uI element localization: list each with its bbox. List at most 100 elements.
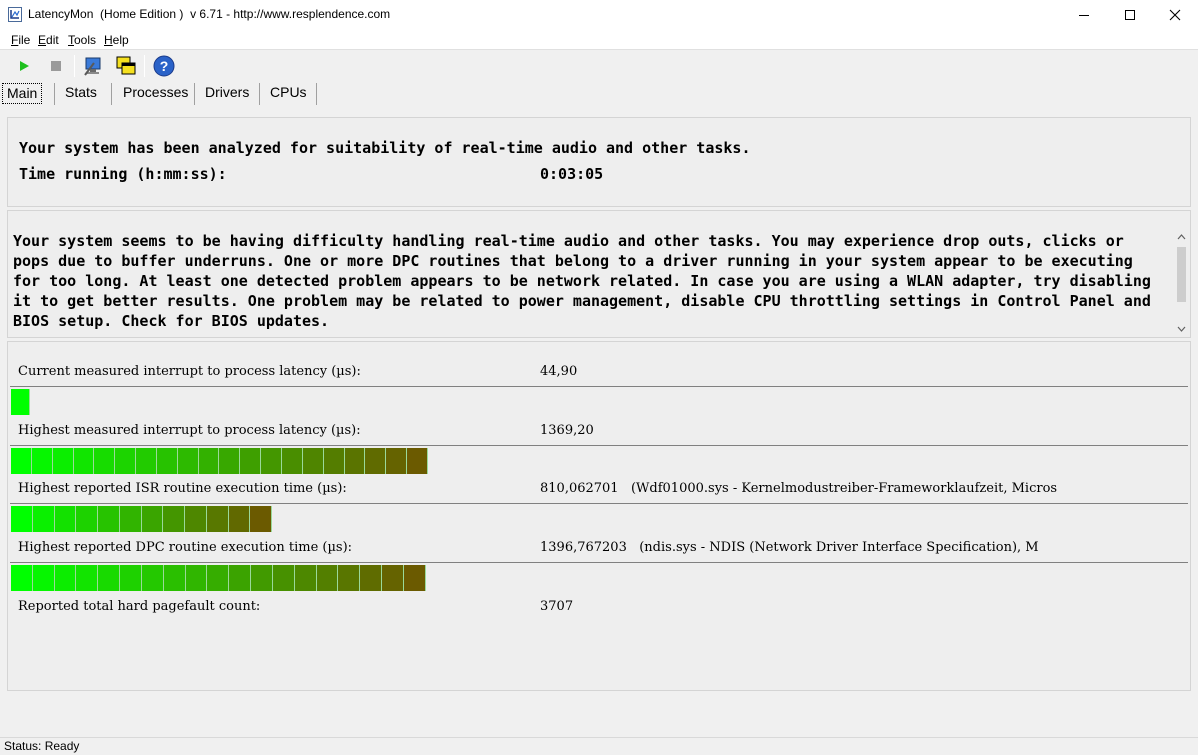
bar-segment [11,506,33,532]
stop-button[interactable] [44,54,68,78]
bar-segment [52,448,74,474]
highest-latency-label: Highest measured interrupt to process la… [18,423,361,438]
tab-cpus[interactable]: CPUs [266,81,311,105]
help-icon: ? [153,55,175,77]
bar-segment [98,565,121,591]
bar-segment [163,565,186,591]
metrics-panel: Current measured interrupt to process la… [7,341,1191,691]
verdict-scrollbar[interactable] [1174,229,1189,337]
menu-bar: File Edit Tools Help [0,30,1198,50]
verdict-text: Your system seems to be having difficult… [13,232,1151,330]
bar-segment [98,506,120,532]
bar-segment [54,506,77,532]
tab-bar: Main Stats Processes Drivers CPUs [0,81,400,105]
verdict-panel: Your system seems to be having difficult… [7,210,1191,338]
summary-panel: Your system has been analyzed for suitab… [7,117,1191,207]
dpc-time-bar-fill [11,565,426,591]
maximize-button[interactable] [1107,0,1153,30]
scroll-up-icon [1177,234,1186,240]
dpc-time-value: 1396,767203 (ndis.sys - NDIS (Network Dr… [540,540,1039,555]
bar-segment [76,565,99,591]
bar-segment [32,565,55,591]
isr-time-bar-fill [11,506,272,532]
menu-file[interactable]: File [11,33,30,47]
bar-segment [294,565,317,591]
help-button[interactable]: ? [152,54,176,78]
bar-segment [185,565,208,591]
bar-segment [386,448,408,474]
current-latency-bar [10,386,1188,416]
bar-segment [272,565,295,591]
bar-segment [302,448,324,474]
bar-segment [115,448,137,474]
bar-segment [240,448,262,474]
bar-segment [177,448,199,474]
bar-segment [228,506,251,532]
highest-latency-bar [10,445,1188,475]
status-bar: Status: Ready [0,737,1198,754]
bar-segment [73,448,95,474]
maximize-icon [1125,10,1135,20]
bar-segment [403,565,426,591]
scroll-thumb [1177,247,1186,302]
isr-time-bar [10,503,1188,533]
bar-segment [11,389,30,415]
bar-segment [229,565,252,591]
bar-segment [198,448,220,474]
bar-segment [11,448,32,474]
pagefault-value: 3707 [540,599,574,614]
play-icon [20,61,29,71]
bar-segment [207,565,230,591]
bar-segment [11,565,33,591]
time-running-value: 0:03:05 [540,165,604,183]
bar-segment [163,506,185,532]
bar-segment [94,448,116,474]
isr-time-label: Highest reported ISR routine execution t… [18,481,347,496]
dpc-time-label: Highest reported DPC routine execution t… [18,540,353,555]
highest-latency-value: 1369,20 [540,423,594,438]
tab-processes[interactable]: Processes [119,81,192,105]
start-button[interactable] [12,54,36,78]
monitor-button[interactable] [82,54,106,78]
minimize-button[interactable] [1061,0,1107,30]
current-latency-label: Current measured interrupt to process la… [18,364,361,379]
bar-segment [219,448,241,474]
scroll-down-icon [1177,326,1186,332]
bar-segment [156,448,178,474]
bar-segment [32,506,55,532]
bar-segment [185,506,207,532]
menu-tools[interactable]: Tools [68,33,96,47]
bar-segment [250,506,272,532]
minimize-icon [1079,15,1089,16]
bar-segment [323,448,345,474]
windows-icon [116,56,136,75]
time-running-label: Time running (h:mm:ss): [19,165,227,183]
app-icon [8,7,22,22]
bar-segment [344,448,366,474]
bar-segment [365,448,387,474]
close-button[interactable] [1152,0,1198,30]
monitor-icon [84,57,101,76]
bar-segment [360,565,383,591]
bar-segment [141,506,164,532]
analysis-summary: Your system has been analyzed for suitab… [19,139,751,157]
bar-segment [120,565,142,591]
close-icon [1169,9,1181,21]
bar-segment [407,448,428,474]
bar-segment [136,448,157,474]
menu-help[interactable]: Help [104,33,129,47]
dpc-time-bar [10,562,1188,592]
bar-segment [261,448,282,474]
windows-button[interactable] [114,54,138,78]
toolbar: ? [0,52,1198,80]
tab-main[interactable]: Main [2,83,43,104]
bar-segment [316,565,339,591]
bar-segment [54,565,77,591]
current-latency-value: 44,90 [540,364,578,379]
bar-segment [281,448,303,474]
tab-stats[interactable]: Stats [61,81,101,105]
bar-segment [206,506,229,532]
tab-drivers[interactable]: Drivers [201,81,253,105]
menu-edit[interactable]: Edit [38,33,59,47]
highest-latency-bar-fill [11,448,428,474]
